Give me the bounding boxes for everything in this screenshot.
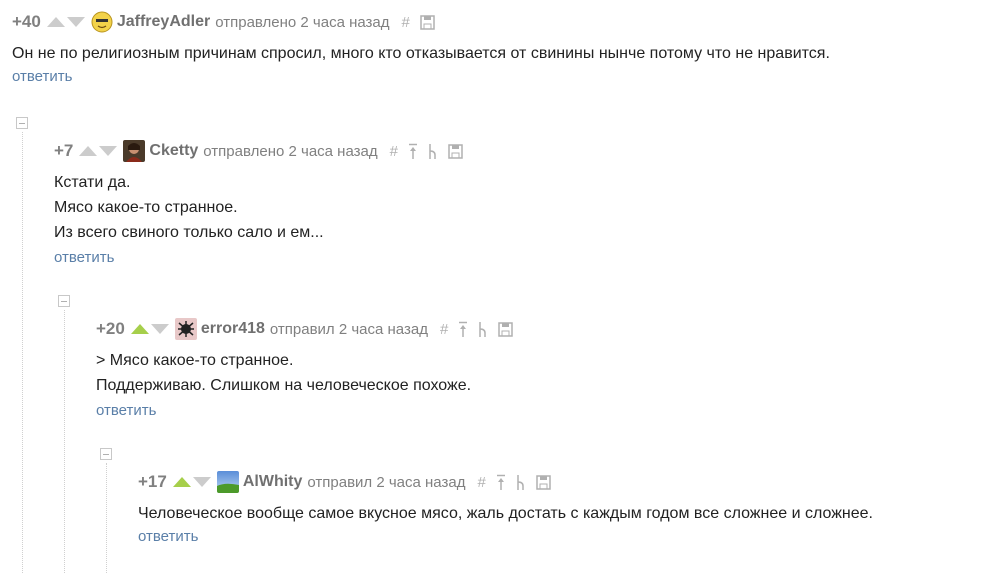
username[interactable]: error418: [201, 320, 265, 338]
comment-line: > Мясо какое-то странное.: [96, 352, 294, 369]
comment-line: Мясо какое-то странное.: [54, 199, 238, 216]
collapse-icon[interactable]: [16, 117, 28, 129]
avatar[interactable]: [91, 11, 113, 33]
comment-rating: +17: [138, 472, 167, 491]
comment-header: +20 error418 отправил 2 часа назад #: [96, 318, 986, 340]
comment: +17 AlWhity отправил 2 часа назад # Чело…: [138, 471, 988, 545]
thread-line-3: [106, 463, 107, 573]
save-icon[interactable]: [448, 143, 463, 159]
reply-link[interactable]: ответить: [12, 68, 987, 85]
collapse-icon[interactable]: [100, 448, 112, 460]
hash-icon[interactable]: #: [390, 143, 398, 160]
comment-text: > Мясо какое-то странное. Поддерживаю. С…: [96, 348, 986, 398]
username[interactable]: AlWhity: [243, 473, 303, 491]
branch-icon[interactable]: [428, 143, 438, 160]
comment-header: +17 AlWhity отправил 2 часа назад #: [138, 471, 988, 493]
comment: +40 JaffreyAdler отправлено 2 часа назад…: [12, 11, 987, 85]
thread-line-2: [64, 310, 65, 573]
timestamp: отправил 2 часа назад: [269, 320, 428, 338]
comment-header: +40 JaffreyAdler отправлено 2 часа назад…: [12, 11, 987, 33]
arrow-down-icon[interactable]: [66, 17, 85, 27]
comment-text: Он не по религиозным причинам спросил, м…: [12, 41, 987, 66]
comment: +7 Cketty отправлено 2 часа назад # Кста…: [54, 140, 984, 266]
hash-icon[interactable]: #: [477, 474, 485, 491]
branch-icon[interactable]: [516, 474, 526, 491]
arrow-down-icon[interactable]: [192, 477, 211, 487]
comment-text: Кстати да. Мясо какое-то странное. Из вс…: [54, 170, 984, 245]
parent-up-icon[interactable]: [496, 474, 506, 491]
comment-line: Он не по религиозным причинам спросил, м…: [12, 45, 830, 62]
avatar[interactable]: [174, 318, 197, 340]
comment-text: Человеческое вообще самое вкусное мясо, …: [138, 501, 988, 526]
username[interactable]: JaffreyAdler: [117, 13, 210, 31]
arrow-up-icon[interactable]: [79, 146, 98, 156]
timestamp: отправлено 2 часа назад: [203, 142, 378, 160]
hash-icon[interactable]: #: [440, 321, 448, 338]
comment-rating: +7: [54, 141, 74, 160]
comment-line: Из всего свиного только сало и ем...: [54, 224, 324, 241]
avatar[interactable]: [123, 140, 146, 162]
comment-rating: +20: [96, 319, 125, 338]
save-icon[interactable]: [420, 14, 435, 30]
collapse-icon[interactable]: [58, 295, 70, 307]
comment-line: Поддерживаю. Слишком на человеческое пох…: [96, 377, 472, 394]
branch-icon[interactable]: [478, 321, 488, 338]
comment-line: Кстати да.: [54, 174, 131, 191]
arrow-down-icon[interactable]: [150, 324, 169, 334]
comment-line: Человеческое вообще самое вкусное мясо, …: [138, 505, 873, 522]
comment-header: +7 Cketty отправлено 2 часа назад #: [54, 140, 984, 162]
comment-rating: +40: [12, 12, 41, 31]
arrow-up-icon[interactable]: [172, 477, 191, 487]
reply-link[interactable]: ответить: [138, 528, 988, 545]
timestamp: отправил 2 часа назад: [307, 473, 466, 491]
username[interactable]: Cketty: [149, 142, 198, 160]
avatar[interactable]: [216, 471, 239, 493]
arrow-up-icon[interactable]: [130, 324, 149, 334]
save-icon[interactable]: [498, 321, 514, 337]
parent-up-icon[interactable]: [458, 321, 468, 338]
arrow-down-icon[interactable]: [99, 146, 118, 156]
reply-link[interactable]: ответить: [96, 402, 986, 419]
comment: +20 error418 отправил 2 часа назад # > М…: [96, 318, 986, 419]
save-icon[interactable]: [536, 474, 551, 490]
timestamp: отправлено 2 часа назад: [215, 13, 390, 31]
parent-up-icon[interactable]: [408, 143, 418, 160]
arrow-up-icon[interactable]: [46, 17, 65, 27]
reply-link[interactable]: ответить: [54, 249, 984, 266]
hash-icon[interactable]: #: [402, 14, 410, 31]
thread-line-1: [22, 132, 23, 573]
